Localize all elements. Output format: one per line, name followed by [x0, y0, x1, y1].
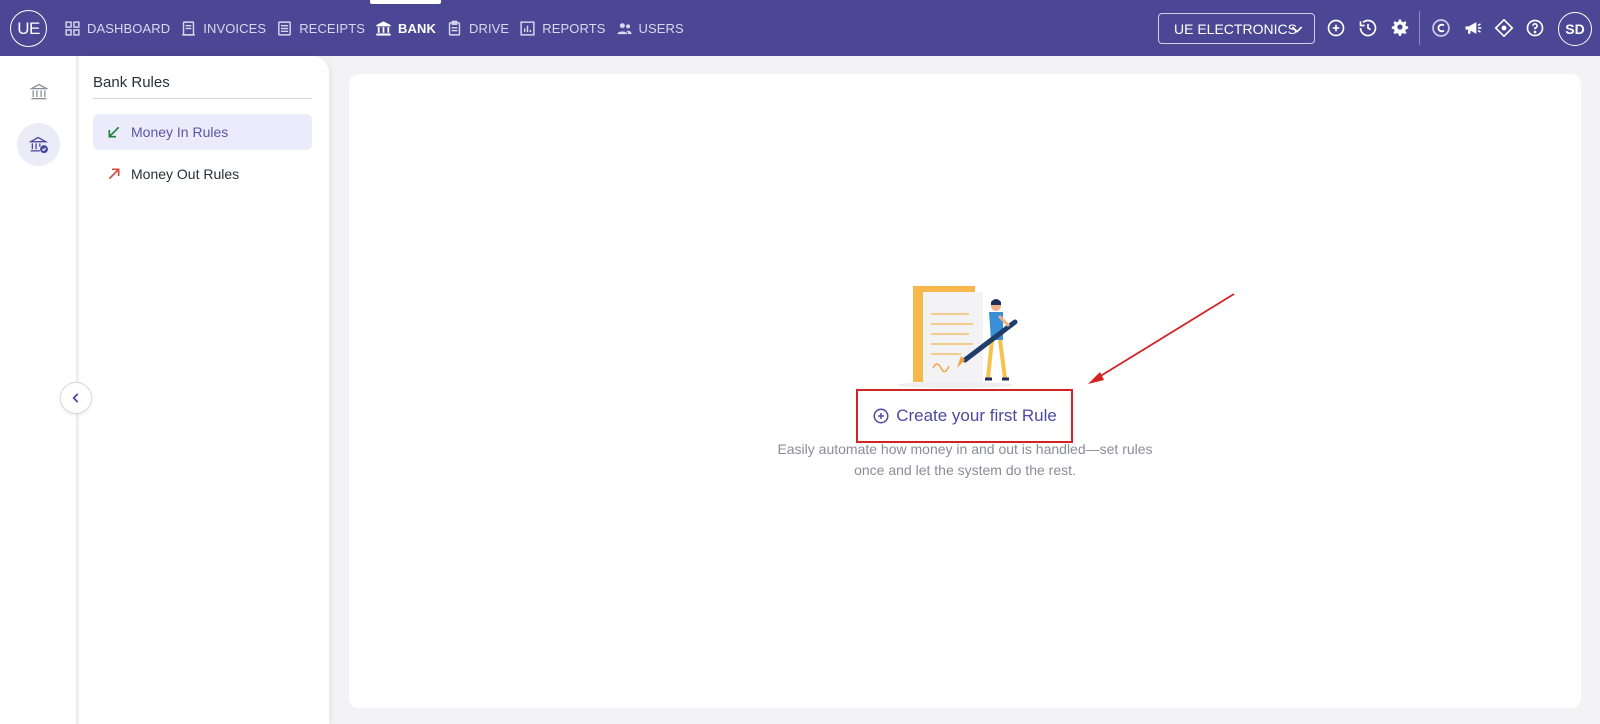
megaphone-icon	[1465, 22, 1482, 34]
plus-circle-icon	[873, 408, 889, 424]
nav-bank[interactable]: BANK	[370, 0, 441, 56]
add-new-button[interactable]	[1324, 16, 1348, 40]
empty-state-description: Easily automate how money in and out is …	[777, 441, 1153, 478]
rail-bank-rules[interactable]	[17, 123, 60, 166]
history-button[interactable]	[1356, 16, 1380, 40]
nav-drive-label: DRIVE	[468, 20, 510, 36]
invoice-icon	[182, 20, 196, 36]
nav-reports[interactable]: REPORTS	[514, 0, 610, 56]
nav-receipts[interactable]: RECEIPTS	[271, 0, 370, 56]
arrow-up-right-icon	[108, 168, 120, 180]
integrations-button[interactable]	[1492, 16, 1516, 40]
sidebar-item-label: Money Out Rules	[131, 166, 240, 182]
nav-drive[interactable]: DRIVE	[441, 0, 514, 56]
nav-invoices-label: INVOICES	[203, 20, 267, 36]
create-first-rule-button[interactable]: Create your first Rule	[856, 389, 1073, 443]
bank-rules-icon	[28, 136, 48, 153]
nav-bank-label: BANK	[398, 20, 436, 36]
chevron-left-icon	[72, 393, 79, 403]
nav-invoices[interactable]: INVOICES	[175, 0, 271, 56]
gear-icon	[1391, 19, 1409, 36]
clipboard-icon	[448, 20, 461, 36]
bank-icon	[28, 83, 49, 99]
bank-icon	[376, 20, 391, 36]
sidebar-item-money-out-rules[interactable]: Money Out Rules	[93, 156, 312, 192]
users-icon	[616, 22, 632, 34]
settings-button[interactable]	[1388, 16, 1412, 40]
empty-state-illustration	[897, 286, 1018, 388]
top-nav-bar: UE DASHBOARD INVOICES RECEIPTS BANK DRIV…	[0, 0, 1600, 56]
nav-users-label: USERS	[638, 20, 684, 36]
sidebar-item-money-in-rules[interactable]: Money In Rules	[93, 114, 312, 150]
sidebar-item-label: Money In Rules	[131, 124, 229, 140]
chevron-down-icon	[1291, 26, 1303, 33]
nav-dashboard[interactable]: DASHBOARD	[59, 0, 175, 56]
diamond-icon	[1494, 18, 1514, 38]
bank-rules-panel: Bank Rules Money In Rules Money Out Rule…	[79, 56, 329, 724]
announcements-button[interactable]	[1461, 16, 1485, 40]
grid-icon	[65, 20, 80, 36]
panel-title: Bank Rules	[93, 74, 170, 91]
toolbar-divider	[1419, 11, 1420, 45]
coin-icon	[1432, 19, 1450, 37]
history-icon	[1359, 19, 1377, 37]
arrow-down-left-icon	[108, 126, 120, 138]
collapse-sidebar-button[interactable]	[60, 382, 92, 414]
receipt-icon	[278, 20, 292, 36]
company-logo[interactable]: UE	[10, 10, 47, 47]
help-icon	[1526, 19, 1544, 37]
rail-bank-accounts[interactable]	[17, 70, 60, 113]
nav-receipts-label: RECEIPTS	[299, 20, 366, 36]
credits-button[interactable]	[1429, 16, 1453, 40]
company-name: UE ELECTRONICS	[1174, 20, 1297, 37]
nav-users[interactable]: USERS	[611, 0, 689, 56]
chart-icon	[520, 20, 535, 36]
create-first-rule-label: Create your first Rule	[896, 406, 1057, 425]
help-button[interactable]	[1523, 16, 1547, 40]
user-avatar[interactable]: SD	[1558, 12, 1592, 46]
main-nav: DASHBOARD INVOICES RECEIPTS BANK DRIVE R…	[59, 0, 689, 56]
nav-reports-label: REPORTS	[542, 20, 606, 36]
plus-circle-icon	[1327, 19, 1345, 37]
nav-dashboard-label: DASHBOARD	[87, 20, 171, 36]
panel-divider	[93, 98, 312, 99]
company-selector[interactable]: UE ELECTRONICS	[1158, 13, 1315, 44]
